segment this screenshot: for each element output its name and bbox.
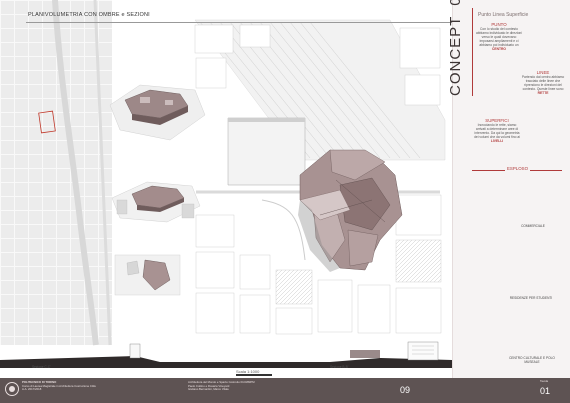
superfici-keyword: LIVELLI — [490, 139, 504, 144]
page-title: PLANIVOLUMETRIA CON OMBRE e SEZIONI — [28, 12, 150, 18]
tavola-label: Tavola — [540, 379, 549, 383]
course-info: Architettura del Mondo e Spazio Costruit… — [188, 380, 338, 392]
concept-divider — [472, 8, 473, 96]
caption-commerciale: COMMERCIALE — [521, 224, 545, 228]
punto-block: PUNTO Con lo studio del contesto abbiamo… — [476, 22, 522, 52]
esploso-heading: ESPLOSO — [505, 166, 530, 171]
caption-centro-culturale: CENTRO CULTURALE E POLO MUSEALE — [509, 356, 555, 364]
site-section-drawing — [0, 341, 452, 368]
concept-panel — [452, 0, 570, 378]
concept-number: 01 — [447, 0, 464, 6]
superfici-block: SUPERFICI Incrociando le rette, siamo ar… — [474, 118, 520, 143]
project-volumes — [298, 149, 403, 272]
superfici-text: Incrociando le rette, siamo arrivati a d… — [474, 123, 520, 140]
scale-bar — [236, 374, 272, 376]
institution-info: POLITECNICO DI TORINO Corso di Laurea Ma… — [22, 380, 132, 392]
linee-block: LINEE Partendo dal centro abbiamo tracci… — [520, 70, 566, 95]
axonometric-views — [109, 84, 206, 296]
caption-residenze: RESIDENZE PER STUDENTI — [509, 296, 553, 300]
concept-heading: CONCEPT 01 — [447, 0, 467, 98]
section-left-label: Sezione C-C' — [32, 365, 51, 369]
concept-subtitle: Punto Linea Superficie — [478, 12, 529, 18]
section-right-label: Sezione B-B' — [330, 365, 349, 369]
concept-title: CONCEPT — [447, 15, 464, 96]
punto-keyword: CENTRO — [492, 47, 506, 52]
tavola-number: 01 — [540, 386, 551, 396]
punto-text: Con lo studio del contesto abbiamo indiv… — [476, 27, 523, 48]
linee-keyword: RETTE — [537, 91, 549, 96]
course-tutors: Giuliano Bernardini, Marco Vitale — [188, 387, 229, 392]
university-logo — [5, 382, 19, 396]
institution-year: A.A. 2017/2018 — [22, 387, 42, 392]
group-number: 09 — [400, 385, 411, 395]
linee-text: Partendo dal centro abbiamo tracciato de… — [521, 75, 565, 92]
location-map — [0, 0, 112, 346]
